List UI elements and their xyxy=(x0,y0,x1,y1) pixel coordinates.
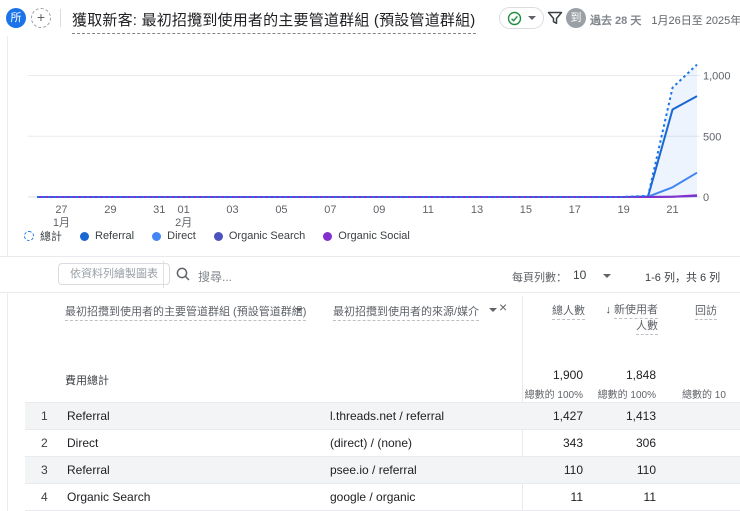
date-range-label[interactable]: 過去 28 天 xyxy=(590,12,641,28)
column-header-source-medium[interactable]: 最初招攬到使用者的來源/媒介 xyxy=(333,303,480,321)
report-title[interactable]: 獲取新客: 最初招攬到使用者的主要管道群組 (預設管道群組) xyxy=(72,9,476,34)
pagination-status: 1-6 列，共 6 列 xyxy=(645,272,721,284)
chart-legend: 總計 Referral Direct Organic Search Organic So… xyxy=(24,228,410,244)
cell-new-users: 1,413 xyxy=(625,409,656,423)
search-icon xyxy=(175,266,191,287)
table-row[interactable]: 1 Referral l.threads.net / referral 1,427 1,… xyxy=(25,403,740,430)
table-body: 1 Referral l.threads.net / referral 1,427 1,… xyxy=(0,403,740,511)
y-axis-tick-label: 0 xyxy=(703,192,709,204)
cell-channel-group: Organic Search xyxy=(67,490,151,504)
row-number: 2 xyxy=(41,436,48,450)
cell-new-users: 11 xyxy=(643,490,656,504)
legend-item-direct: Direct xyxy=(152,230,196,242)
legend-label: 總計 xyxy=(40,231,62,243)
series-line-總計 xyxy=(37,63,698,198)
legend-dashed-circle-icon xyxy=(24,231,34,241)
table-row[interactable]: 4 Organic Search google / organic 11 11 xyxy=(25,484,740,511)
legend-item-organic-social: Organic Social xyxy=(323,230,410,242)
avatar-badge[interactable]: 到 xyxy=(566,8,586,28)
cell-new-users: 306 xyxy=(635,436,656,450)
row-number: 3 xyxy=(41,463,48,477)
all-users-chip[interactable]: 所 xyxy=(6,8,26,28)
channel-group-caret-icon xyxy=(295,308,303,312)
cell-total-users: 343 xyxy=(562,436,583,450)
totals-row-label: 費用總計 xyxy=(65,375,109,387)
check-circle-icon xyxy=(507,11,522,26)
x-axis-tick-label: 17 xyxy=(569,204,581,216)
date-range-dates[interactable]: 1月26日至 2025年2月2 xyxy=(651,12,740,28)
date-range: 過去 28 天 1月26日至 2025年2月2 xyxy=(590,12,740,28)
column-header-total-users[interactable]: 總人數 xyxy=(552,302,585,320)
x-axis-tick-label: 29 xyxy=(104,204,116,216)
sort-descending-icon: ↓ xyxy=(605,304,612,316)
totals-returning-pct: 總數的 10 xyxy=(682,390,726,401)
legend-item-referral: Referral xyxy=(80,230,134,242)
x-axis-tick-label: 01 xyxy=(178,204,190,216)
legend-dot-icon xyxy=(213,231,223,241)
plot-rows-button[interactable]: 依資料列繪製圖表 xyxy=(58,263,170,285)
cell-source-medium: (direct) / (none) xyxy=(330,436,413,450)
cell-channel-group: Referral xyxy=(67,409,110,423)
search-input[interactable]: 搜尋... xyxy=(198,268,232,285)
row-number: 4 xyxy=(41,490,48,504)
legend-dot-icon xyxy=(80,231,89,241)
legend-label: Organic Search xyxy=(228,230,306,242)
x-axis-tick-label: 11 xyxy=(422,204,433,216)
x-axis-tick-label: 21 xyxy=(666,204,678,216)
total-area-fill xyxy=(37,64,697,197)
cell-source-medium: l.threads.net / referral xyxy=(330,409,445,423)
toolbar-divider xyxy=(163,261,164,288)
totals-new-users: 1,848 xyxy=(625,368,656,382)
totals-total-users: 1,900 xyxy=(552,368,583,382)
cell-total-users: 11 xyxy=(570,490,583,504)
series-line-direct xyxy=(37,171,698,198)
cell-source-medium: google / organic xyxy=(330,490,416,504)
rows-per-page-select[interactable]: 10 xyxy=(573,268,586,282)
x-axis-tick-label: 19 xyxy=(618,204,630,216)
rows-per-page-caret-icon[interactable] xyxy=(603,274,611,278)
x-axis-tick-label: 09 xyxy=(373,204,385,216)
y-axis-tick-label: 500 xyxy=(703,131,721,143)
table-row[interactable]: 2 Direct (direct) / (none) 343 306 xyxy=(25,430,740,457)
cell-source-medium: psee.io / referral xyxy=(330,463,417,477)
legend-dot-icon xyxy=(152,231,162,241)
source-medium-caret-icon xyxy=(489,308,497,312)
x-axis-tick-label: 27 xyxy=(55,204,67,216)
legend-label: Organic Social xyxy=(338,230,410,242)
legend-item-總計: 總計 xyxy=(24,228,62,244)
cell-new-users: 110 xyxy=(636,463,656,477)
acquisition-line-chart: 05001,000271月29 31 012月03 05 07 09 11 13 15 17 19 2… xyxy=(28,63,731,229)
data-quality-pill[interactable] xyxy=(499,7,544,29)
x-axis-tick-label: 15 xyxy=(520,204,532,216)
rows-per-page-label: 每頁列數： xyxy=(512,272,567,284)
column-header-channel-group[interactable]: 最初招攬到使用者的主要管道群組 (預設管道群組) xyxy=(65,303,307,321)
x-axis-tick-label: 13 xyxy=(471,204,483,216)
x-axis-tick-label: 31 xyxy=(153,204,165,216)
row-number: 1 xyxy=(41,409,48,423)
x-axis-tick-label: 03 xyxy=(226,204,238,216)
column-header-new-users[interactable]: ↓ 新使用者 人數 xyxy=(605,302,658,335)
cell-channel-group: Referral xyxy=(67,463,110,477)
legend-label: Direct xyxy=(167,230,196,242)
legend-label: Referral xyxy=(95,230,135,242)
add-comparison-button[interactable]: + xyxy=(31,8,51,28)
column-header-returning[interactable]: 回訪 xyxy=(695,302,717,320)
series-line-referral xyxy=(37,95,698,198)
cell-channel-group: Direct xyxy=(67,436,99,450)
x-axis-tick-label: 05 xyxy=(275,204,287,216)
legend-dot-icon xyxy=(323,231,333,241)
cell-total-users: 1,427 xyxy=(552,409,583,423)
x-axis-tick-label: 07 xyxy=(324,204,336,216)
topbar-divider xyxy=(60,9,61,27)
y-axis-tick-label: 1,000 xyxy=(703,71,731,83)
remove-column-icon[interactable]: × xyxy=(499,300,507,314)
table-row[interactable]: 3 Referral psee.io / referral 110 110 xyxy=(25,457,740,484)
legend-item-organic-search: Organic Search xyxy=(213,230,306,242)
totals-total-users-pct: 總數的 100% xyxy=(524,390,583,401)
totals-new-users-pct: 總數的 100% xyxy=(597,390,656,401)
chevron-down-icon xyxy=(528,16,536,20)
cell-total-users: 110 xyxy=(563,463,583,477)
filter-icon[interactable] xyxy=(546,9,564,27)
